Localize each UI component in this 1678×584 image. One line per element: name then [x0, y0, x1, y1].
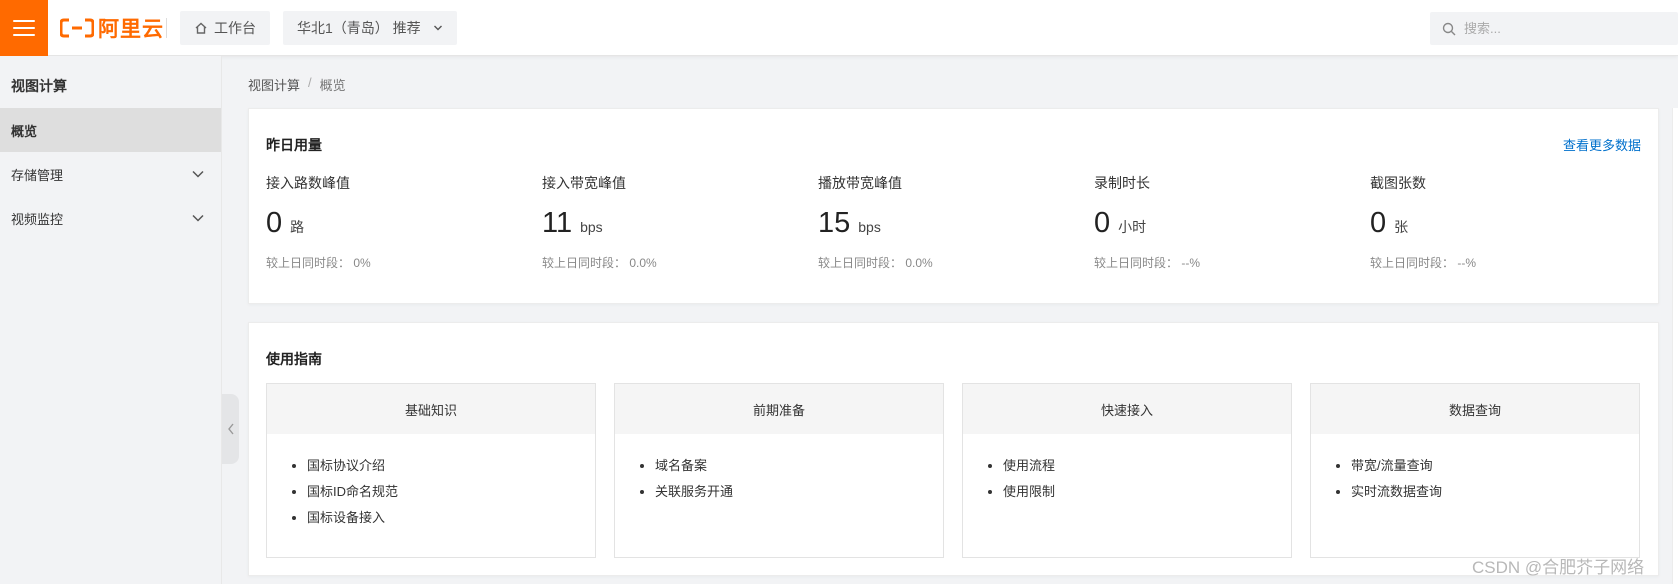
guide-section-quick-access: 快速接入 使用流程 使用限制: [962, 383, 1292, 558]
top-bar: 阿里云 工作台 华北1（青岛） 推荐: [0, 0, 1678, 56]
menu-line: [13, 20, 35, 22]
guide-section-basics: 基础知识 国标协议介绍 国标ID命名规范 国标设备接入: [266, 383, 596, 558]
chevron-left-icon: [227, 423, 234, 435]
guide-card: 使用指南 基础知识 国标协议介绍 国标ID命名规范 国标设备接入 前期准备 域名…: [248, 322, 1659, 576]
guide-link-list: 带宽/流量查询 实时流数据查询: [1311, 434, 1639, 500]
metric-value: 0: [1370, 207, 1387, 239]
metric-label: 播放带宽峰值: [818, 175, 902, 191]
guide-link[interactable]: 国标ID命名规范: [307, 484, 595, 500]
guide-section-preparation: 前期准备 域名备案 关联服务开通: [614, 383, 944, 558]
right-panel-edge: [1672, 108, 1678, 584]
sidebar-item-label: 存储管理: [11, 167, 64, 183]
metric-comparison: 较上日同时段： 0.0%: [818, 256, 933, 270]
search-icon: [1442, 22, 1456, 35]
sidebar-collapse-toggle[interactable]: [222, 394, 239, 464]
metric-label: 接入路数峰值: [266, 175, 350, 191]
metric-unit: bps: [580, 219, 603, 235]
metric-value: 0: [1094, 207, 1111, 239]
divider: [166, 18, 167, 38]
sidebar: 视图计算 概览 存储管理 视频监控: [0, 56, 222, 584]
guide-section-data-query: 数据查询 带宽/流量查询 实时流数据查询: [1310, 383, 1640, 558]
guide-link[interactable]: 使用流程: [1003, 458, 1291, 474]
aliyun-logo-icon: [60, 18, 94, 38]
menu-line: [13, 34, 35, 36]
sidebar-item-video-monitor[interactable]: 视频监控: [0, 196, 221, 240]
usage-card: 昨日用量 查看更多数据 接入路数峰值 0 路 较上日同时段： 0% 接入带宽峰值…: [248, 108, 1659, 304]
metric-access-bandwidth: 接入带宽峰值 11 bps 较上日同时段： 0.0%: [542, 173, 792, 271]
metric-snapshot-count: 截图张数 0 张 较上日同时段： --%: [1370, 173, 1620, 271]
metric-value-row: 0 张: [1370, 207, 1620, 240]
search-box[interactable]: [1430, 12, 1678, 45]
guide-link[interactable]: 使用限制: [1003, 484, 1291, 500]
breadcrumb-root-link[interactable]: 视图计算: [248, 75, 300, 94]
metric-recording-duration: 录制时长 0 小时 较上日同时段： --%: [1094, 173, 1344, 271]
region-selector[interactable]: 华北1（青岛） 推荐: [283, 11, 457, 45]
search-input[interactable]: [1464, 21, 1654, 36]
metric-access-channels: 接入路数峰值 0 路 较上日同时段： 0%: [266, 173, 516, 271]
guide-link[interactable]: 国标协议介绍: [307, 458, 595, 474]
sidebar-item-storage[interactable]: 存储管理: [0, 152, 221, 196]
guide-link-list: 域名备案 关联服务开通: [615, 434, 943, 500]
metric-unit: 张: [1394, 219, 1409, 235]
guide-section-title: 数据查询: [1311, 384, 1639, 434]
chevron-down-icon: [433, 25, 442, 31]
metric-value-row: 0 小时: [1094, 207, 1344, 240]
chevron-down-icon: [192, 170, 204, 178]
metric-playback-bandwidth: 播放带宽峰值 15 bps 较上日同时段： 0.0%: [818, 173, 1068, 271]
metric-comparison: 较上日同时段： 0%: [266, 256, 371, 270]
guide-section-title: 前期准备: [615, 384, 943, 434]
region-label: 华北1（青岛） 推荐: [297, 20, 421, 36]
guide-section-title: 基础知识: [267, 384, 595, 434]
metric-value-row: 15 bps: [818, 207, 1068, 240]
guide-link[interactable]: 关联服务开通: [655, 484, 943, 500]
guide-link[interactable]: 带宽/流量查询: [1351, 458, 1639, 474]
metric-value: 11: [542, 207, 573, 239]
hamburger-menu-button[interactable]: [0, 0, 48, 56]
guide-link-list: 国标协议介绍 国标ID命名规范 国标设备接入: [267, 434, 595, 526]
sidebar-item-label: 视频监控: [11, 211, 64, 227]
breadcrumb-separator: /: [308, 75, 312, 90]
sidebar-item-overview[interactable]: 概览: [0, 108, 221, 152]
aliyun-logo[interactable]: 阿里云: [60, 14, 164, 42]
metric-unit: bps: [858, 219, 881, 235]
metric-comparison: 较上日同时段： --%: [1370, 256, 1476, 270]
metric-label: 截图张数: [1370, 175, 1426, 191]
chevron-down-icon: [192, 214, 204, 222]
guide-link[interactable]: 实时流数据查询: [1351, 484, 1639, 500]
metric-label: 接入带宽峰值: [542, 175, 626, 191]
workbench-button[interactable]: 工作台: [180, 11, 270, 45]
guide-section-title: 快速接入: [963, 384, 1291, 434]
sidebar-item-label: 概览: [11, 123, 38, 139]
breadcrumb-current: 概览: [319, 78, 346, 93]
metric-comparison: 较上日同时段： --%: [1094, 256, 1200, 270]
metric-value-row: 0 路: [266, 207, 516, 240]
usage-title: 昨日用量: [266, 137, 322, 153]
menu-line: [13, 27, 35, 29]
view-more-data-link[interactable]: 查看更多数据: [1563, 135, 1641, 154]
home-icon: [195, 22, 207, 34]
guide-link[interactable]: 域名备案: [655, 458, 943, 474]
guide-link[interactable]: 国标设备接入: [307, 510, 595, 526]
guide-link-list: 使用流程 使用限制: [963, 434, 1291, 500]
sidebar-title: 视图计算: [11, 78, 67, 94]
logo-text: 阿里云: [98, 18, 164, 41]
metric-value: 15: [818, 207, 851, 239]
watermark: CSDN @合肥芥子网络: [1472, 558, 1645, 577]
guide-title: 使用指南: [266, 351, 322, 367]
metric-unit: 小时: [1118, 219, 1147, 235]
metric-comparison: 较上日同时段： 0.0%: [542, 256, 657, 270]
metric-label: 录制时长: [1094, 175, 1150, 191]
workbench-label: 工作台: [214, 20, 256, 36]
metric-value: 0: [266, 207, 283, 239]
metric-unit: 路: [290, 219, 305, 235]
breadcrumb: 视图计算 / 概览: [248, 75, 346, 94]
metric-value-row: 11 bps: [542, 207, 792, 240]
